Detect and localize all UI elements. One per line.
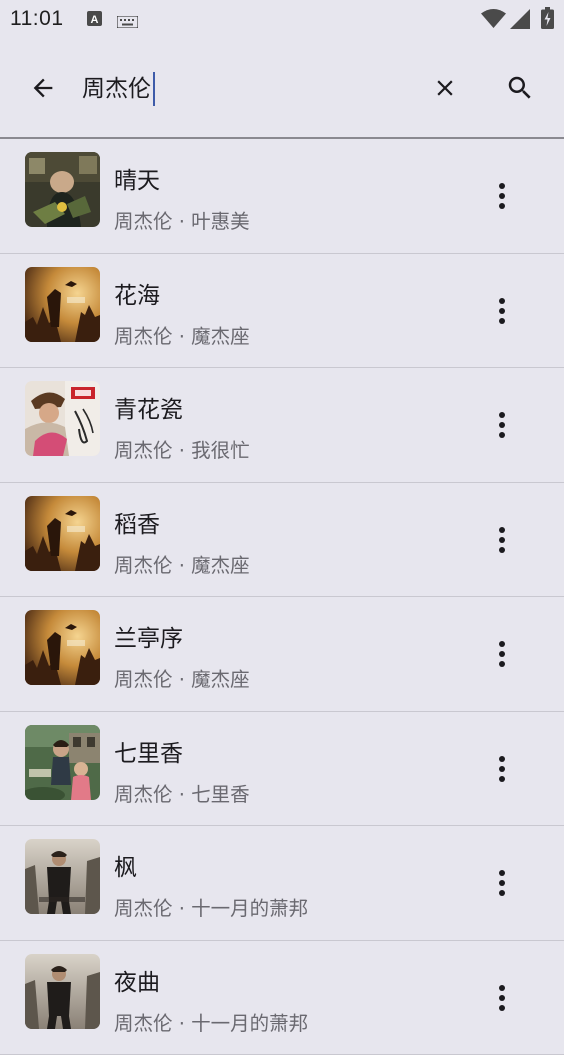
search-input[interactable]: 周杰伦 (82, 72, 155, 106)
more-vert-icon[interactable] (478, 859, 526, 907)
song-row[interactable]: 花海 周杰伦 · 魔杰座 (0, 254, 564, 369)
song-row[interactable]: 枫 周杰伦 · 十一月的萧邦 (0, 826, 564, 941)
keyboard-icon (117, 13, 138, 32)
song-title: 青花瓷 (114, 390, 183, 424)
arrow-back-icon[interactable] (19, 64, 67, 112)
song-row[interactable]: 七里香 周杰伦 · 七里香 (0, 712, 564, 827)
song-subtitle: 周杰伦 · 十一月的萧邦 (114, 1007, 308, 1036)
search-icon[interactable] (496, 64, 544, 112)
more-vert-icon[interactable] (478, 401, 526, 449)
song-subtitle: 周杰伦 · 魔杰座 (114, 663, 250, 692)
svg-text:A: A (91, 14, 99, 26)
more-vert-icon[interactable] (478, 630, 526, 678)
song-row[interactable]: 晴天 周杰伦 · 叶惠美 (0, 139, 564, 254)
song-list: 晴天 周杰伦 · 叶惠美 (0, 139, 564, 1055)
song-subtitle: 周杰伦 · 魔杰座 (114, 320, 250, 349)
song-title: 花海 (114, 276, 160, 310)
battery-icon (541, 7, 554, 33)
status-time: 11:01 (10, 7, 64, 31)
album-art-november-chopin (25, 839, 100, 914)
song-subtitle: 周杰伦 · 魔杰座 (114, 549, 250, 578)
search-query-text: 周杰伦 (82, 72, 151, 106)
song-subtitle: 周杰伦 · 七里香 (114, 778, 250, 807)
album-art-ye-hui-mei (25, 152, 100, 227)
song-title: 枫 (114, 848, 137, 882)
wifi-icon (481, 9, 506, 32)
album-art-wo-hen-mang (25, 381, 100, 456)
song-row[interactable]: 稻香 周杰伦 · 魔杰座 (0, 483, 564, 598)
more-vert-icon[interactable] (478, 287, 526, 335)
song-subtitle: 周杰伦 · 叶惠美 (114, 205, 250, 234)
song-title: 七里香 (114, 734, 183, 768)
more-vert-icon[interactable] (478, 974, 526, 1022)
close-icon[interactable] (421, 64, 469, 112)
signal-icon (510, 9, 530, 33)
more-vert-icon[interactable] (478, 172, 526, 220)
album-art-mo-jie-zuo (25, 496, 100, 571)
text-caret (153, 72, 155, 106)
album-art-qi-li-xiang (25, 725, 100, 800)
song-row[interactable]: 兰亭序 周杰伦 · 魔杰座 (0, 597, 564, 712)
song-row[interactable]: 夜曲 周杰伦 · 十一月的萧邦 (0, 941, 564, 1055)
album-art-mo-jie-zuo (25, 267, 100, 342)
more-vert-icon[interactable] (478, 745, 526, 793)
keyboard-a-icon: A (87, 11, 102, 30)
more-vert-icon[interactable] (478, 516, 526, 564)
song-subtitle: 周杰伦 · 我很忙 (114, 434, 250, 463)
song-row[interactable]: 青花瓷 周杰伦 · 我很忙 (0, 368, 564, 483)
song-title: 兰亭序 (114, 619, 183, 653)
song-title: 夜曲 (114, 963, 160, 997)
song-title: 晴天 (114, 161, 160, 195)
status-bar: 11:01 A (0, 0, 564, 38)
album-art-november-chopin (25, 954, 100, 1029)
album-art-mo-jie-zuo (25, 610, 100, 685)
song-title: 稻香 (114, 505, 160, 539)
song-subtitle: 周杰伦 · 十一月的萧邦 (114, 892, 308, 921)
